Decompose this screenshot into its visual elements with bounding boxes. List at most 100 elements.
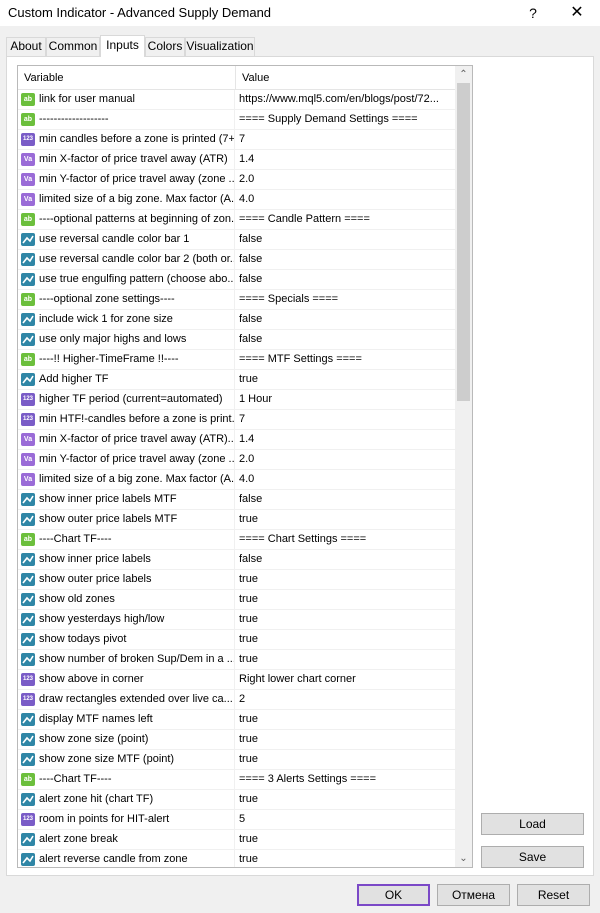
reset-button[interactable]: Reset <box>517 884 590 906</box>
tab-common[interactable]: Common <box>46 37 100 56</box>
table-row[interactable]: show inner price labels false <box>18 550 455 570</box>
table-row[interactable]: 123 min candles before a zone is printed … <box>18 130 455 150</box>
table-row[interactable]: 123 higher TF period (current=automated) 1… <box>18 390 455 410</box>
value-cell[interactable]: false <box>236 550 455 570</box>
table-row[interactable]: Va min X-factor of price travel away (ATR… <box>18 150 455 170</box>
value-cell[interactable]: ==== 3 Alerts Settings ==== <box>236 770 455 790</box>
value-cell[interactable]: 2 <box>236 690 455 710</box>
value-cell[interactable]: true <box>236 750 455 770</box>
value-cell[interactable]: 7 <box>236 130 455 150</box>
table-row[interactable]: 123 show above in corner Right lower chart… <box>18 670 455 690</box>
value-cell[interactable]: true <box>236 710 455 730</box>
value-cell[interactable]: true <box>236 650 455 670</box>
tab-colors[interactable]: Colors <box>145 37 185 56</box>
value-cell[interactable]: true <box>236 850 455 867</box>
help-button[interactable]: ? <box>519 2 547 24</box>
table-row[interactable]: show zone size MTF (point) true <box>18 750 455 770</box>
table-row[interactable]: ab ----optional patterns at beginning of … <box>18 210 455 230</box>
value-cell[interactable]: ==== MTF Settings ==== <box>236 350 455 370</box>
table-row[interactable]: ab ----Chart TF---- ==== 3 Alerts Settings… <box>18 770 455 790</box>
value-cell[interactable]: true <box>236 830 455 850</box>
table-row[interactable]: ab ----Chart TF---- ==== Chart Settings ==… <box>18 530 455 550</box>
value-cell[interactable]: ==== Candle Pattern ==== <box>236 210 455 230</box>
table-row[interactable]: show outer price labels MTF true <box>18 510 455 530</box>
load-button[interactable]: Load <box>481 813 584 835</box>
value-cell[interactable]: false <box>236 270 455 290</box>
table-row[interactable]: use reversal candle color bar 2 (both or… <box>18 250 455 270</box>
vertical-scrollbar[interactable]: ⌃ ⌄ <box>455 66 472 867</box>
column-divider[interactable] <box>235 66 236 90</box>
value-cell[interactable]: ==== Supply Demand Settings ==== <box>236 110 455 130</box>
variable-name: show outer price labels <box>39 573 152 585</box>
table-row[interactable]: show zone size (point) true <box>18 730 455 750</box>
table-row[interactable]: 123 min HTF!-candles before a zone is pri… <box>18 410 455 430</box>
table-row[interactable]: display MTF names left true <box>18 710 455 730</box>
value-cell[interactable]: 4.0 <box>236 190 455 210</box>
table-row[interactable]: show number of broken Sup/Dem in a ... tr… <box>18 650 455 670</box>
scroll-thumb[interactable] <box>457 83 470 401</box>
ok-button[interactable]: OK <box>357 884 430 906</box>
table-row[interactable]: Va limited size of a big zone. Max factor… <box>18 470 455 490</box>
value-cell[interactable]: 1.4 <box>236 150 455 170</box>
value-cell[interactable]: false <box>236 250 455 270</box>
table-row[interactable]: Va limited size of a big zone. Max factor… <box>18 190 455 210</box>
value-cell[interactable]: 7 <box>236 410 455 430</box>
value-cell[interactable]: https://www.mql5.com/en/blogs/post/72... <box>236 90 455 110</box>
value-cell[interactable]: false <box>236 230 455 250</box>
value-cell[interactable]: true <box>236 790 455 810</box>
column-header-value[interactable]: Value <box>242 72 269 84</box>
table-row[interactable]: ab ----!! Higher-TimeFrame !!---- ==== MTF… <box>18 350 455 370</box>
value-cell[interactable]: 5 <box>236 810 455 830</box>
tab-about[interactable]: About <box>6 37 46 56</box>
value-cell[interactable]: true <box>236 610 455 630</box>
table-row[interactable]: Add higher TF true <box>18 370 455 390</box>
table-row[interactable]: Va min Y-factor of price travel away (zon… <box>18 170 455 190</box>
table-row[interactable]: ab ----optional zone settings---- ==== Spe… <box>18 290 455 310</box>
value-cell[interactable]: true <box>236 630 455 650</box>
cancel-button[interactable]: Отмена <box>437 884 510 906</box>
value-cell[interactable]: true <box>236 570 455 590</box>
table-row[interactable]: use reversal candle color bar 1 false <box>18 230 455 250</box>
column-header-variable[interactable]: Variable <box>24 72 64 84</box>
table-row[interactable]: alert zone break true <box>18 830 455 850</box>
table-row[interactable]: ab ------------------- ==== Supply Demand … <box>18 110 455 130</box>
table-row[interactable]: ab link for user manual https://www.mql5.c… <box>18 90 455 110</box>
scroll-up-icon[interactable]: ⌃ <box>455 66 472 83</box>
table-row[interactable]: use only major highs and lows false <box>18 330 455 350</box>
value-cell[interactable]: ==== Specials ==== <box>236 290 455 310</box>
value-cell[interactable]: 1.4 <box>236 430 455 450</box>
value-cell[interactable]: 1 Hour <box>236 390 455 410</box>
table-row[interactable]: alert reverse candle from zone true <box>18 850 455 867</box>
table-row[interactable]: Va min Y-factor of price travel away (zon… <box>18 450 455 470</box>
table-row[interactable]: show yesterdays high/low true <box>18 610 455 630</box>
value-cell[interactable]: true <box>236 730 455 750</box>
table-row[interactable]: alert zone hit (chart TF) true <box>18 790 455 810</box>
value-cell[interactable]: 4.0 <box>236 470 455 490</box>
save-button[interactable]: Save <box>481 846 584 868</box>
value-cell[interactable]: false <box>236 330 455 350</box>
tab-inputs[interactable]: Inputs <box>100 35 145 57</box>
table-row[interactable]: show old zones true <box>18 590 455 610</box>
integer-type-icon: 123 <box>21 673 35 686</box>
table-row[interactable]: show todays pivot true <box>18 630 455 650</box>
table-row[interactable]: include wick 1 for zone size false <box>18 310 455 330</box>
value-cell[interactable]: true <box>236 590 455 610</box>
close-button[interactable]: ✕ <box>563 2 591 24</box>
value-cell[interactable]: ==== Chart Settings ==== <box>236 530 455 550</box>
value-cell[interactable]: true <box>236 510 455 530</box>
table-row[interactable]: show inner price labels MTF false <box>18 490 455 510</box>
table-row[interactable]: 123 draw rectangles extended over live ca… <box>18 690 455 710</box>
value-cell[interactable]: 2.0 <box>236 170 455 190</box>
value-cell[interactable]: 2.0 <box>236 450 455 470</box>
table-row[interactable]: 123 room in points for HIT-alert 5 <box>18 810 455 830</box>
table-row[interactable]: use true engulfing pattern (choose abo..… <box>18 270 455 290</box>
tab-visualization[interactable]: Visualization <box>185 37 255 56</box>
value-cell[interactable]: true <box>236 370 455 390</box>
value-cell[interactable]: false <box>236 310 455 330</box>
value-cell[interactable]: Right lower chart corner <box>236 670 455 690</box>
variable-name: higher TF period (current=automated) <box>39 393 223 405</box>
table-row[interactable]: show outer price labels true <box>18 570 455 590</box>
table-row[interactable]: Va min X-factor of price travel away (ATR… <box>18 430 455 450</box>
scroll-down-icon[interactable]: ⌄ <box>455 850 472 867</box>
value-cell[interactable]: false <box>236 490 455 510</box>
